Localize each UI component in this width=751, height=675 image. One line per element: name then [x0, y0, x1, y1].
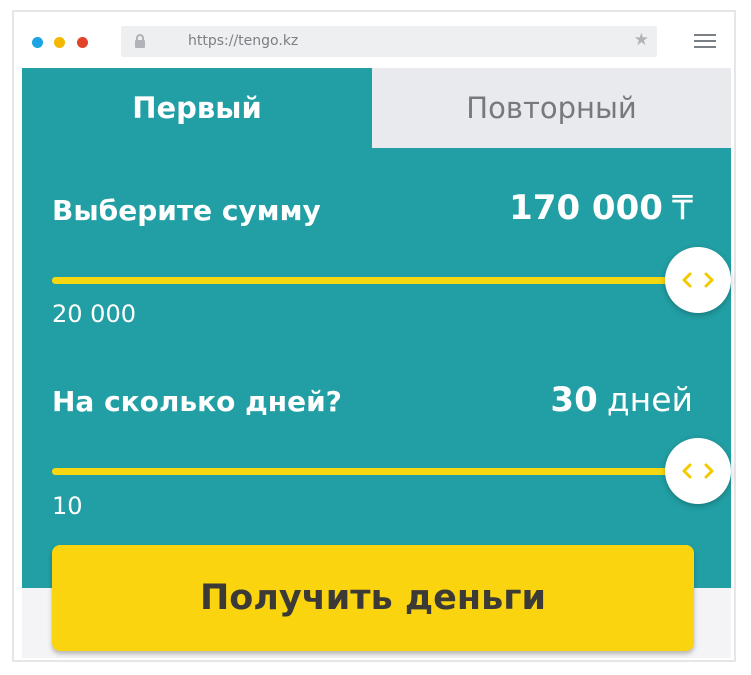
days-label: На сколько дней?: [52, 385, 342, 418]
days-min-label: 10: [52, 492, 83, 520]
amount-value: 170 000 ₸: [509, 188, 693, 228]
currency-symbol: ₸: [672, 188, 693, 227]
star-icon[interactable]: ★: [634, 32, 649, 49]
amount-min-label: 20 000: [52, 300, 136, 328]
window-dot-red[interactable]: [77, 37, 88, 48]
loan-calculator: Первый Повторный Выберите сумму 170 000 …: [22, 68, 731, 658]
days-value: 30 дней: [550, 380, 693, 420]
loan-tabs: Первый Повторный: [22, 68, 731, 148]
days-slider-fill: [52, 468, 697, 475]
lock-icon: [135, 34, 145, 48]
days-slider[interactable]: [52, 468, 697, 475]
browser-toolbar: https://tengo.kz ★: [14, 12, 734, 70]
amount-slider-fill: [52, 277, 697, 284]
amount-number: 170 000: [509, 188, 663, 228]
calculator-panel: Первый Повторный Выберите сумму 170 000 …: [22, 68, 731, 588]
menu-icon[interactable]: [694, 34, 716, 50]
amount-label: Выберите сумму: [52, 194, 321, 227]
days-number: 30: [550, 380, 598, 420]
days-unit: дней: [606, 380, 693, 419]
window-dot-blue[interactable]: [32, 37, 43, 48]
get-money-button[interactable]: Получить деньги: [52, 545, 694, 651]
window-dot-yellow[interactable]: [54, 37, 65, 48]
chevron-left-right-icon: [682, 272, 714, 288]
tab-first[interactable]: Первый: [22, 68, 372, 148]
url-text[interactable]: https://tengo.kz: [188, 33, 298, 49]
days-slider-handle[interactable]: [665, 438, 731, 504]
amount-slider-handle[interactable]: [665, 247, 731, 313]
browser-window: https://tengo.kz ★ Первый Повторный Выбе…: [12, 10, 736, 662]
amount-slider[interactable]: [52, 277, 697, 284]
tab-repeat[interactable]: Повторный: [372, 68, 731, 148]
chevron-left-right-icon: [682, 463, 714, 479]
address-bar[interactable]: https://tengo.kz ★: [121, 26, 657, 57]
